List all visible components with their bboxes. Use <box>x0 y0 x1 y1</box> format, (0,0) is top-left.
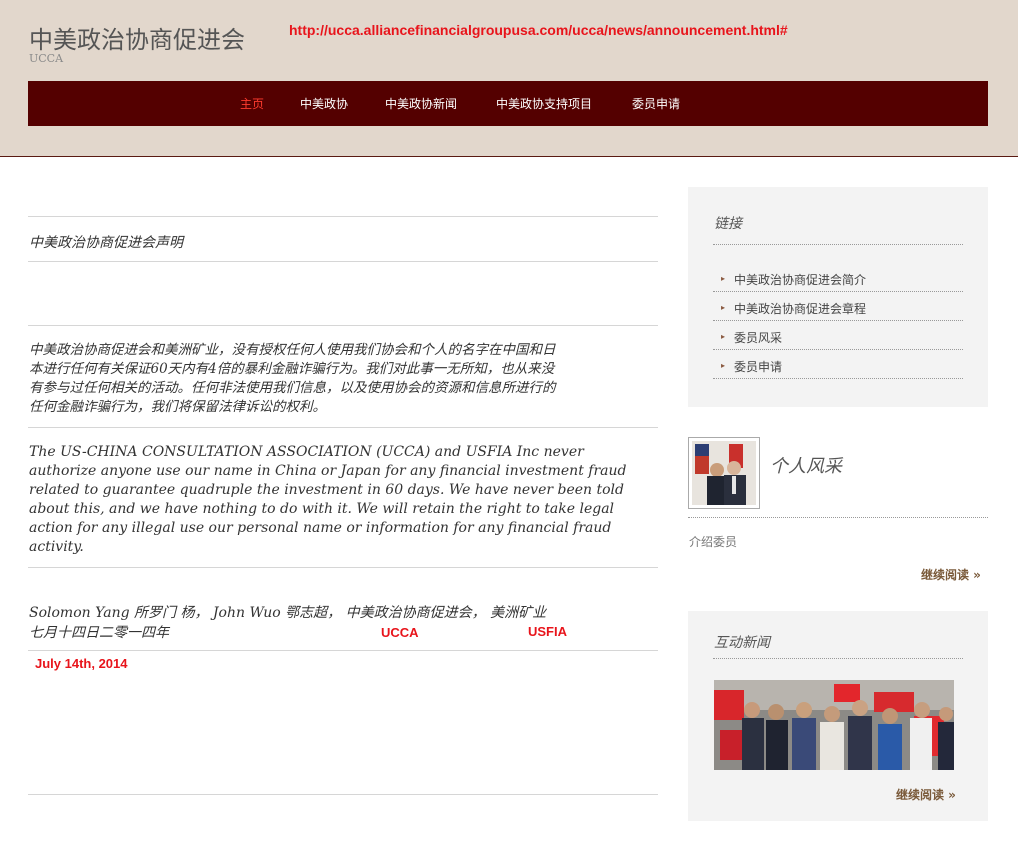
divider <box>713 658 963 659</box>
english-line: authorize anyone use our name in China o… <box>29 463 627 479</box>
chinese-line: 有参与过任何相关的活动。任何非法使用我们信息，以及使用协会的资源和信息所进行的 <box>29 380 556 396</box>
site-subtitle: UCCA <box>29 52 64 65</box>
english-line: related to guarantee quadruple the inves… <box>29 482 624 498</box>
divider <box>28 567 658 568</box>
chinese-line: 中美政治协商促进会和美洲矿业，没有授权任何人使用我们协会和个人的名字在中国和日 <box>29 342 556 358</box>
signature-date: 七月十四日二零一四年 <box>29 625 169 641</box>
url-annotation: http://ucca.alliancefinancialgroupusa.co… <box>289 22 788 38</box>
divider <box>28 650 658 651</box>
sidebar-link-charter[interactable]: 中美政治协商促进会章程 <box>734 300 866 317</box>
divider <box>688 517 988 518</box>
chinese-line: 任何金融诈骗行为，我们将保留法律诉讼的权利。 <box>29 399 326 415</box>
english-line: activity. <box>29 539 84 555</box>
chevron-right-icon: ▸ <box>721 303 726 312</box>
profile-photo <box>692 441 756 505</box>
divider <box>713 320 963 321</box>
nav-item-ucca[interactable]: 中美政协 <box>300 95 348 112</box>
divider <box>28 216 658 217</box>
chevron-right-icon: ▸ <box>721 361 726 370</box>
nav-item-projects[interactable]: 中美政协支持项目 <box>496 95 592 112</box>
news-photo[interactable] <box>714 680 954 770</box>
nav-item-home[interactable]: 主页 <box>240 95 264 112</box>
nav-item-apply[interactable]: 委员申请 <box>632 95 680 112</box>
divider <box>28 325 658 326</box>
divider <box>713 378 963 379</box>
usfia-annotation: USFIA <box>528 624 567 639</box>
site-header: 中美政治协商促进会 UCCA http://ucca.alliancefinan… <box>0 0 1018 157</box>
profile-description: 介绍委员 <box>689 535 738 549</box>
divider <box>713 291 963 292</box>
chinese-line: 本进行任何有关保证60天内有4倍的暴利金融诈骗行为。我们对此事一无所知，也从来没 <box>29 361 555 377</box>
english-line: action for any illegal use our personal … <box>29 520 612 536</box>
news-widget-title: 互动新闻 <box>714 635 770 651</box>
divider <box>28 794 658 795</box>
site-title[interactable]: 中美政治协商促进会 <box>29 20 245 55</box>
divider <box>28 427 658 428</box>
sidebar-link-apply[interactable]: 委员申请 <box>734 358 782 375</box>
divider <box>28 261 658 262</box>
chevron-right-icon: ▸ <box>721 274 726 283</box>
profile-thumbnail[interactable] <box>688 437 760 509</box>
links-widget-title: 链接 <box>714 216 742 232</box>
profile-read-more-link[interactable]: 继续阅读 » <box>921 566 981 583</box>
divider <box>713 349 963 350</box>
signature-line: Solomon Yang 所罗门 杨， John Wuo 鄂志超， 中美政治协商… <box>29 605 547 621</box>
article-chinese-paragraph: 中美政治协商促进会和美洲矿业，没有授权任何人使用我们协会和个人的名字在中国和日 … <box>29 341 659 417</box>
sidebar-link-intro[interactable]: 中美政治协商促进会简介 <box>734 271 866 288</box>
english-line: The US-CHINA CONSULTATION ASSOCIATION (U… <box>29 444 584 460</box>
ucca-annotation: UCCA <box>381 625 419 640</box>
profile-widget-title[interactable]: 个人风采 <box>770 452 842 478</box>
english-line: about this, and we have nothing to do wi… <box>29 501 615 517</box>
divider <box>713 244 963 245</box>
sidebar-link-members[interactable]: 委员风采 <box>734 329 782 346</box>
nav-item-news[interactable]: 中美政协新闻 <box>385 95 457 112</box>
chevron-right-icon: ▸ <box>721 332 726 341</box>
article-english-paragraph: The US-CHINA CONSULTATION ASSOCIATION (U… <box>29 443 659 557</box>
article-heading: 中美政治协商促进会声明 <box>29 235 183 251</box>
main-nav: 主页 中美政协 中美政协新闻 中美政协支持项目 委员申请 <box>28 81 988 126</box>
english-date: July 14th, 2014 <box>35 656 128 671</box>
news-read-more-link[interactable]: 继续阅读 » <box>896 786 956 803</box>
